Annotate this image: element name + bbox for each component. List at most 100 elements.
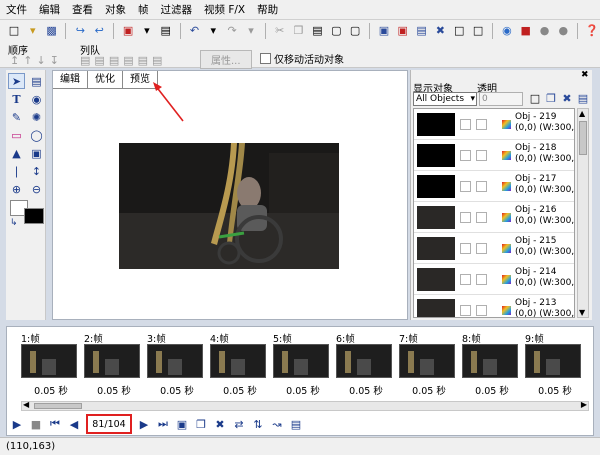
frame-item[interactable]: 3:帧 0.05 秒 [147, 331, 207, 397]
insert-image-icon[interactable]: ▣ [120, 23, 136, 39]
delete-frame-icon[interactable]: ▣ [395, 23, 411, 39]
align-center-icon[interactable]: ▤ [94, 54, 104, 67]
align-top-icon[interactable]: ▤ [123, 54, 133, 67]
duplicate-frame-icon[interactable]: ❐ [194, 418, 208, 431]
visibility-checkbox[interactable] [460, 305, 471, 316]
frame-item[interactable]: 5:帧 0.05 秒 [273, 331, 333, 397]
new-object-icon[interactable]: □ [527, 91, 543, 107]
list-item[interactable]: Obj - 216(0,0) (W:300, H: [414, 202, 574, 233]
frames-scrollbar[interactable]: ◀ ▶ [21, 400, 589, 411]
crop-icon[interactable]: □ [451, 23, 467, 39]
visibility-checkbox[interactable] [460, 150, 471, 161]
first-frame-icon[interactable]: ⏮ [48, 417, 62, 431]
speech-bubble-icon[interactable]: ◯ [28, 127, 45, 143]
delete-frame-icon[interactable]: ✖ [213, 418, 227, 431]
color-selector[interactable]: ↳ [10, 200, 44, 230]
object-filter-select[interactable]: All Objects ▾ [413, 92, 477, 106]
eraser-tool-icon[interactable]: ▭ [8, 127, 25, 143]
tab-optimize[interactable]: 优化 [88, 71, 123, 89]
stop-icon[interactable]: ■ [29, 418, 43, 431]
dropdown-icon[interactable]: ▾ [205, 23, 221, 39]
text-tool-icon[interactable]: T [8, 91, 25, 107]
properties-button[interactable]: 属性... [200, 50, 252, 69]
frame-item[interactable]: 7:帧 0.05 秒 [399, 331, 459, 397]
visibility-checkbox[interactable] [460, 212, 471, 223]
frame-props-icon[interactable]: ▤ [414, 23, 430, 39]
frame-item[interactable]: 6:帧 0.05 秒 [336, 331, 396, 397]
object-props-icon[interactable]: ▤ [575, 91, 591, 107]
foreground-color-swatch[interactable] [24, 208, 44, 224]
menu-file[interactable]: 文件 [0, 0, 33, 20]
frame-item[interactable]: 2:帧 0.05 秒 [84, 331, 144, 397]
paste-icon[interactable]: ▤ [310, 23, 326, 39]
copy-object-icon[interactable]: ❐ [543, 91, 559, 107]
delete-object-icon[interactable]: ✖ [559, 91, 575, 107]
frame-item[interactable]: 1:帧 0.05 秒 [21, 331, 81, 397]
last-frame-icon[interactable]: ⏭ [156, 417, 170, 431]
open-folder-icon[interactable]: ▾ [25, 23, 41, 39]
fill-tool-icon[interactable]: ▲ [8, 145, 25, 161]
frame-copy-icon[interactable]: ▢ [328, 23, 344, 39]
prev-frame-icon[interactable]: ◀ [67, 418, 81, 431]
save-icon[interactable]: ▩ [44, 23, 60, 39]
next-frame-icon[interactable]: ▶ [137, 418, 151, 431]
lock-checkbox[interactable] [476, 212, 487, 223]
scroll-left-icon[interactable]: ◀ [23, 400, 29, 409]
frame-item[interactable]: 8:帧 0.05 秒 [462, 331, 522, 397]
visibility-checkbox[interactable] [460, 119, 471, 130]
menu-help[interactable]: 帮助 [251, 0, 284, 20]
list-item[interactable]: Obj - 217(0,0) (W:300, H: [414, 171, 574, 202]
frame-item[interactable]: 9:帧 0.05 秒 [525, 331, 585, 397]
object-list-scrollbar[interactable]: ▲ ▼ [577, 108, 589, 318]
dropdown-icon[interactable]: ▾ [139, 23, 155, 39]
zoom-in-icon[interactable]: ⊕ [8, 181, 25, 197]
align-left-icon[interactable]: ▤ [80, 54, 90, 67]
crop-tool-icon[interactable]: ▣ [28, 145, 45, 161]
lasso-tool-icon[interactable]: ✺ [28, 109, 45, 125]
export-icon[interactable]: ↩ [91, 23, 107, 39]
tab-edit[interactable]: 编辑 [53, 71, 88, 89]
scroll-thumb[interactable] [34, 403, 82, 409]
list-item[interactable]: Obj - 218(0,0) (W:300, H: [414, 140, 574, 171]
menu-view[interactable]: 查看 [66, 0, 99, 20]
menu-frame[interactable]: 帧 [132, 0, 155, 20]
web-icon[interactable]: ● [555, 23, 571, 39]
help-pointer-icon[interactable]: ❓ [584, 23, 600, 39]
arrow-up-icon[interactable]: ↑ [23, 54, 32, 67]
lock-checkbox[interactable] [476, 150, 487, 161]
copy-icon[interactable]: ❐ [291, 23, 307, 39]
arrow-bottom-icon[interactable]: ↧ [50, 54, 59, 67]
swap-colors-icon[interactable]: ↳ [10, 218, 18, 228]
transition-icon[interactable]: ↝ [270, 418, 284, 431]
redo-icon[interactable]: ↷ [224, 23, 240, 39]
dropdown-icon[interactable]: ▾ [243, 23, 259, 39]
undo-icon[interactable]: ↶ [187, 23, 203, 39]
resize-tool-icon[interactable]: ↕ [28, 163, 45, 179]
transparency-stepper[interactable]: 0 [479, 92, 523, 106]
eyedropper-tool-icon[interactable]: ❘ [8, 163, 25, 179]
visibility-checkbox[interactable] [460, 243, 471, 254]
resize-icon[interactable]: □ [470, 23, 486, 39]
cut-icon[interactable]: ✂ [272, 23, 288, 39]
visibility-checkbox[interactable] [460, 181, 471, 192]
panel-close-icon[interactable]: ✖ [581, 70, 589, 80]
frame-props-icon[interactable]: ▤ [289, 418, 303, 431]
visibility-checkbox[interactable] [460, 274, 471, 285]
menu-video-fx[interactable]: 视频 F/X [198, 0, 251, 20]
reverse-frames-icon[interactable]: ⇄ [232, 418, 246, 431]
scroll-right-icon[interactable]: ▶ [581, 400, 587, 409]
list-item[interactable]: Obj - 214(0,0) (W:300, H: [414, 264, 574, 295]
align-bottom-icon[interactable]: ▤ [152, 54, 162, 67]
list-item[interactable]: Obj - 219(0,0) (W:300, H: [414, 109, 574, 140]
list-item[interactable]: Obj - 215(0,0) (W:300, H: [414, 233, 574, 264]
list-item[interactable]: Obj - 213(0,0) (W:300, H: [414, 295, 574, 317]
scroll-up-icon[interactable]: ▲ [579, 109, 585, 118]
lock-checkbox[interactable] [476, 274, 487, 285]
arrow-down-icon[interactable]: ↓ [36, 54, 45, 67]
lock-checkbox[interactable] [476, 119, 487, 130]
scroll-thumb[interactable] [579, 121, 587, 155]
new-file-icon[interactable]: □ [6, 23, 22, 39]
add-frame-icon[interactable]: ▣ [376, 23, 392, 39]
import-icon[interactable]: ↪ [72, 23, 88, 39]
add-frame-icon[interactable]: ▣ [175, 418, 189, 431]
